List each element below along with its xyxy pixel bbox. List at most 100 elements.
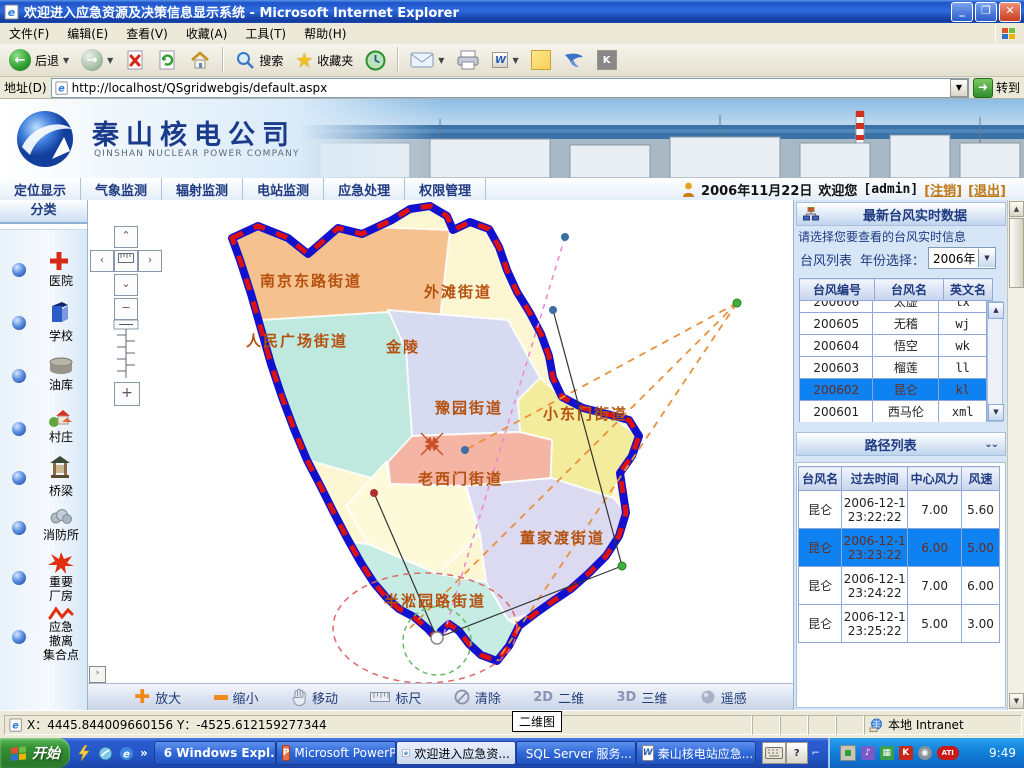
map-canvas[interactable]: 南京东路街道 外滩街道 人民广场街道 金陵 豫园街道 小东门街道 老西门街道 董…: [88, 200, 793, 683]
sidebar-item-fire-station[interactable]: 消防所: [0, 506, 88, 550]
close-button[interactable]: ✕: [999, 2, 1021, 22]
edit-dropdown-icon[interactable]: ▼: [512, 56, 518, 65]
sidebar-item-hospital[interactable]: 医院: [0, 248, 88, 292]
year-select[interactable]: 2006年 ▼: [928, 247, 996, 269]
go-button[interactable]: ➜ 转到: [973, 78, 1020, 98]
back-button[interactable]: ← 后退▼: [4, 47, 74, 73]
menu-help[interactable]: 帮助(H): [295, 23, 355, 44]
pan-down-button[interactable]: ⌄: [114, 274, 138, 296]
collapse-chevron-icon[interactable]: ⌄⌄: [984, 439, 997, 450]
remote-sensing-tool[interactable]: 遥感: [700, 688, 747, 707]
forward-button[interactable]: → ▼: [76, 47, 118, 73]
messenger-icon[interactable]: [98, 746, 113, 761]
keyboard-layout-button[interactable]: [762, 742, 786, 764]
minimize-button[interactable]: _: [951, 2, 973, 22]
sidebar-item-oil-depot[interactable]: 油库: [0, 354, 88, 398]
layer-toggle-bullet[interactable]: [12, 630, 26, 644]
task-button-sql-server[interactable]: SQL Server 服务...: [516, 741, 636, 765]
task-button-word-doc[interactable]: W 秦山核电站应急...: [636, 741, 756, 765]
tab-permission-mgmt[interactable]: 权限管理: [405, 178, 486, 200]
zoom-out-tool[interactable]: 缩小: [214, 688, 259, 707]
task-button-explorer-group[interactable]: 6 Windows Expl... ▼: [154, 741, 276, 765]
expand-panel-button[interactable]: ›: [89, 666, 106, 683]
media-tray-icon[interactable]: ♪: [861, 746, 875, 760]
path-row-selected[interactable]: 昆仑 2006-12-123:23:22 6.00 5.00: [799, 529, 1000, 567]
scrollbar-thumb[interactable]: [1009, 218, 1024, 288]
refresh-button[interactable]: [152, 47, 182, 73]
menu-view[interactable]: 查看(V): [117, 23, 177, 44]
network-tray-icon[interactable]: ▦: [880, 746, 894, 760]
sidebar-item-key-buildings[interactable]: 重要 厂房: [0, 552, 88, 604]
exit-link[interactable]: [退出]: [968, 180, 1006, 199]
lightning-icon[interactable]: [76, 745, 92, 761]
path-row[interactable]: 昆仑 2006-12-123:24:22 7.00 6.00: [799, 567, 1000, 605]
zoom-out-step-button[interactable]: −: [114, 298, 138, 320]
typhoon-table-scrollbar[interactable]: ▲ ▼: [987, 301, 1003, 422]
tab-emergency-handling[interactable]: 应急处理: [324, 178, 405, 200]
clear-tool[interactable]: 清除: [454, 688, 501, 707]
typhoon-row[interactable]: 200606 太虚 tx: [800, 301, 987, 313]
scroll-down-icon[interactable]: ▼: [988, 404, 1004, 421]
typhoon-row[interactable]: 200603 榴莲 ll: [800, 357, 987, 379]
forward-dropdown-icon[interactable]: ▼: [107, 56, 113, 65]
mail-button[interactable]: ▼: [405, 49, 449, 71]
layer-toggle-bullet[interactable]: [12, 263, 26, 277]
menu-tools[interactable]: 工具(T): [236, 23, 295, 44]
view-2d-tool[interactable]: 2D 二维: [533, 688, 584, 707]
home-button[interactable]: [184, 48, 216, 72]
pan-right-button[interactable]: ›: [138, 250, 162, 272]
pan-left-button[interactable]: ‹: [90, 250, 114, 272]
scroll-up-icon[interactable]: ▲: [988, 302, 1004, 319]
typhoon-row[interactable]: 200604 悟空 wk: [800, 335, 987, 357]
path-row[interactable]: 昆仑 2006-12-123:22:22 7.00 5.60: [799, 491, 1000, 529]
kaspersky-tray-icon[interactable]: K: [899, 746, 913, 760]
search-button[interactable]: 搜索: [230, 48, 288, 72]
history-button[interactable]: [360, 48, 391, 73]
sidebar-item-school[interactable]: 学校: [0, 300, 88, 346]
typhoon-row[interactable]: 200601 西马伦 xml: [800, 401, 987, 423]
menu-file[interactable]: 文件(F): [0, 23, 58, 44]
help-tray-button[interactable]: ?: [786, 742, 808, 764]
path-list-header[interactable]: 路径列表 ⌄⌄: [796, 432, 1006, 456]
task-button-ie-active[interactable]: e 欢迎进入应急资...: [396, 741, 516, 765]
logout-link[interactable]: [注销]: [924, 180, 962, 199]
notes-button[interactable]: [526, 48, 556, 72]
quick-launch-overflow-icon[interactable]: »: [140, 746, 148, 760]
scroll-up-icon[interactable]: ▲: [1009, 201, 1024, 217]
year-dropdown-icon[interactable]: ▼: [978, 249, 995, 267]
layer-toggle-bullet[interactable]: [12, 369, 26, 383]
back-dropdown-icon[interactable]: ▼: [63, 56, 69, 65]
favorites-button[interactable]: ★ 收藏夹: [290, 46, 358, 74]
volume-tray-icon[interactable]: ◉: [918, 746, 932, 760]
zoom-slider[interactable]: [102, 320, 150, 380]
address-dropdown-icon[interactable]: ▼: [950, 79, 968, 97]
sql-tray-icon[interactable]: [840, 745, 856, 761]
tab-station-monitor[interactable]: 电站监测: [243, 178, 324, 200]
tab-weather-monitor[interactable]: 气象监测: [81, 178, 162, 200]
scroll-down-icon[interactable]: ▼: [1009, 693, 1024, 709]
sidebar-item-village[interactable]: 村庄: [0, 406, 88, 452]
menu-favorites[interactable]: 收藏(A): [177, 23, 237, 44]
menu-edit[interactable]: 编辑(E): [58, 23, 117, 44]
layer-toggle-bullet[interactable]: [12, 471, 26, 485]
tab-location-display[interactable]: 定位显示: [0, 178, 81, 200]
edit-word-button[interactable]: W ▼: [487, 50, 523, 70]
tab-radiation-monitor[interactable]: 辐射监测: [162, 178, 243, 200]
tray-collapse-icon[interactable]: ⌐: [808, 742, 824, 764]
layer-toggle-bullet[interactable]: [12, 521, 26, 535]
address-input[interactable]: e http://localhost/QSgridwebgis/default.…: [51, 78, 969, 98]
layer-toggle-bullet[interactable]: [12, 422, 26, 436]
ati-tray-icon[interactable]: ATI: [937, 746, 959, 760]
mail-dropdown-icon[interactable]: ▼: [438, 56, 444, 65]
extent-button[interactable]: [114, 250, 138, 272]
zoom-in-tool[interactable]: ✚ 放大: [134, 688, 181, 707]
sidebar-item-bridge[interactable]: 桥梁: [0, 455, 88, 501]
task-button-powerpoint[interactable]: P Microsoft PowerP...: [276, 741, 396, 765]
stop-button[interactable]: [120, 47, 150, 73]
clock[interactable]: 9:49: [989, 746, 1016, 760]
print-button[interactable]: [451, 48, 485, 72]
kaspersky-button[interactable]: K: [592, 48, 622, 72]
pan-up-button[interactable]: ⌃: [114, 226, 138, 248]
restore-button[interactable]: ❐: [975, 2, 997, 22]
start-button[interactable]: 开始: [0, 738, 70, 768]
